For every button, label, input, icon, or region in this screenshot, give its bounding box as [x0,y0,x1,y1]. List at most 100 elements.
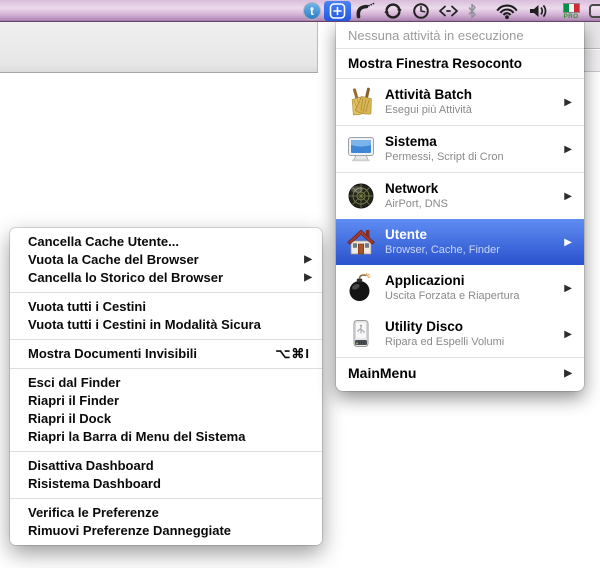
menu-item-subtitle: Browser, Cache, Finder [385,244,500,256]
menu-item-subtitle: Ripara ed Espelli Volumi [385,336,505,348]
menu-item-vuota-cestini[interactable]: Vuota tutti i Cestini [10,298,322,316]
menu-item-label: Cancella Cache Utente... [28,234,179,249]
globe-icon [346,181,376,211]
background-window-edge-top [584,22,600,49]
menu-item-attivita-batch[interactable]: Attività Batch Esegui più Attività ▶ [336,79,584,125]
submenu-arrow-icon: ▶ [564,236,572,248]
menu-item-label: Riapri la Barra di Menu del Sistema [28,429,246,444]
submenu-arrow-icon: ▶ [564,143,572,155]
twitter-menu-extra[interactable]: t [302,0,322,21]
time-machine-menu-extra[interactable] [409,0,433,21]
menu-item-mostra-documenti-invisibili[interactable]: Mostra Documenti Invisibili ⌥⌘I [10,345,322,363]
menu-item-label: Vuota tutti i Cestini in Modalità Sicura [28,317,261,332]
submenu-arrow-icon: ▶ [564,190,572,202]
menu-item-label: MainMenu [348,365,417,381]
time-machine-icon [413,2,429,19]
menu-item-label: Risistema Dashboard [28,476,161,491]
menu-item-text: Utility Disco Ripara ed Espelli Volumi [385,319,560,349]
menu-item-title: Network [385,181,439,196]
menu-item-vuota-cache-browser[interactable]: Vuota la Cache del Browser ▶ [10,251,322,269]
submenu-arrow-icon: ▶ [564,328,572,340]
menu-item-disattiva-dashboard[interactable]: Disattiva Dashboard [10,457,322,475]
italian-flag-icon [562,3,580,13]
separator [10,368,322,369]
menu-item-title: Applicazioni [385,273,465,288]
menu-item-riapri-il-finder[interactable]: Riapri il Finder [10,392,322,410]
submenu-arrow-icon: ▶ [564,96,572,108]
twitter-icon: t [303,1,321,20]
submenu-arrow-icon: ▶ [564,367,572,379]
menu-item-label: Rimuovi Preferenze Danneggiate [28,523,231,538]
menu-item-label: Vuota tutti i Cestini [28,299,146,314]
menu-item-vuota-cestini-sicura[interactable]: Vuota tutti i Cestini in Modalità Sicura [10,316,322,334]
menu-item-label: Esci dal Finder [28,375,121,390]
menu-item-label: Riapri il Finder [28,393,120,408]
volume-menu-extra[interactable] [527,0,550,21]
menu-item-sistema[interactable]: Sistema Permessi, Script di Cron ▶ [336,126,584,172]
utente-submenu: Cancella Cache Utente... Vuota la Cache … [10,228,322,545]
code-menu-extra[interactable] [436,0,460,21]
menu-item-utente[interactable]: Utente Browser, Cache, Finder ▶ [336,219,584,265]
menu-item-risistema-dashboard[interactable]: Risistema Dashboard [10,475,322,493]
phone-icon [356,2,375,18]
bluetooth-icon [468,3,476,18]
menu-item-riapri-barra-menu-sistema[interactable]: Riapri la Barra di Menu del Sistema [10,428,322,446]
menu-item-mainmenu[interactable]: MainMenu ▶ [336,358,584,387]
mainmenu-dropdown: Nessuna attività in esecuzione Mostra Fi… [336,22,584,391]
phone-menu-extra[interactable] [353,0,377,21]
submenu-arrow-icon: ▶ [564,282,572,294]
menu-item-label: Vuota la Cache del Browser [28,252,199,267]
separator [10,339,322,340]
menu-item-label: Cancella lo Storico del Browser [28,270,224,285]
bomb-icon [346,273,376,303]
menu-item-cancella-storico-browser[interactable]: Cancella lo Storico del Browser ▶ [10,269,322,287]
menu-item-label: Mostra Documenti Invisibili [28,346,198,361]
menu-item-label: Riapri il Dock [28,411,112,426]
menu-item-label: Verifica le Preferenze [28,505,159,520]
bluetooth-menu-extra[interactable] [465,0,479,21]
sync-icon [384,2,402,19]
menu-item-title: Sistema [385,134,437,149]
background-window-edge-bottom [584,50,600,72]
clipped-menu-extra-icon[interactable] [589,4,600,18]
menu-item-rimuovi-preferenze-danneggiate[interactable]: Rimuovi Preferenze Danneggiate [10,522,322,540]
disk-icon [346,319,376,349]
language-pro-menu-extra[interactable]: PRO [561,0,581,21]
menu-item-text: Sistema Permessi, Script di Cron [385,134,560,164]
code-icon [438,5,458,16]
menu-item-verifica-preferenze[interactable]: Verifica le Preferenze [10,504,322,522]
separator [10,292,322,293]
menu-item-subtitle: Esegui più Attività [385,104,472,116]
submenu-arrow-icon: ▶ [304,272,312,283]
menu-item-text: Network AirPort, DNS [385,181,560,211]
menu-item-riapri-il-dock[interactable]: Riapri il Dock [10,410,322,428]
wifi-icon [496,3,518,19]
volume-icon [529,4,546,17]
menu-item-utility-disco[interactable]: Utility Disco Ripara ed Espelli Volumi ▶ [336,311,584,357]
wifi-menu-extra[interactable] [493,0,521,21]
menu-item-subtitle: Uscita Forzata e Riapertura [385,290,520,302]
menu-item-network[interactable]: Network AirPort, DNS ▶ [336,173,584,219]
menu-bar: t PRO [0,0,600,22]
display-icon [346,134,376,164]
home-icon [346,227,376,257]
mainmenu-menu-extra[interactable] [324,1,351,21]
brooms-icon [346,87,376,117]
mainmenu-plus-icon [329,3,346,19]
sync-menu-extra[interactable] [381,0,405,21]
menu-item-title: Utility Disco [385,319,464,334]
menu-item-text: Utente Browser, Cache, Finder [385,227,560,257]
menu-item-applicazioni[interactable]: Applicazioni Uscita Forzata e Riapertura… [336,265,584,311]
menu-item-title: Utente [385,227,428,242]
menu-item-subtitle: AirPort, DNS [385,198,448,210]
background-window-toolbar [0,22,318,73]
keyboard-shortcut: ⌥⌘I [275,346,310,361]
separator [10,498,322,499]
menu-item-title: Attività Batch [385,87,473,102]
menu-item-text: Applicazioni Uscita Forzata e Riapertura [385,273,560,303]
menu-item-mostra-finestra-resoconto[interactable]: Mostra Finestra Resoconto [336,49,584,78]
submenu-arrow-icon: ▶ [304,254,312,265]
menu-item-esci-dal-finder[interactable]: Esci dal Finder [10,374,322,392]
menu-item-cancella-cache-utente[interactable]: Cancella Cache Utente... [10,233,322,251]
separator [10,451,322,452]
